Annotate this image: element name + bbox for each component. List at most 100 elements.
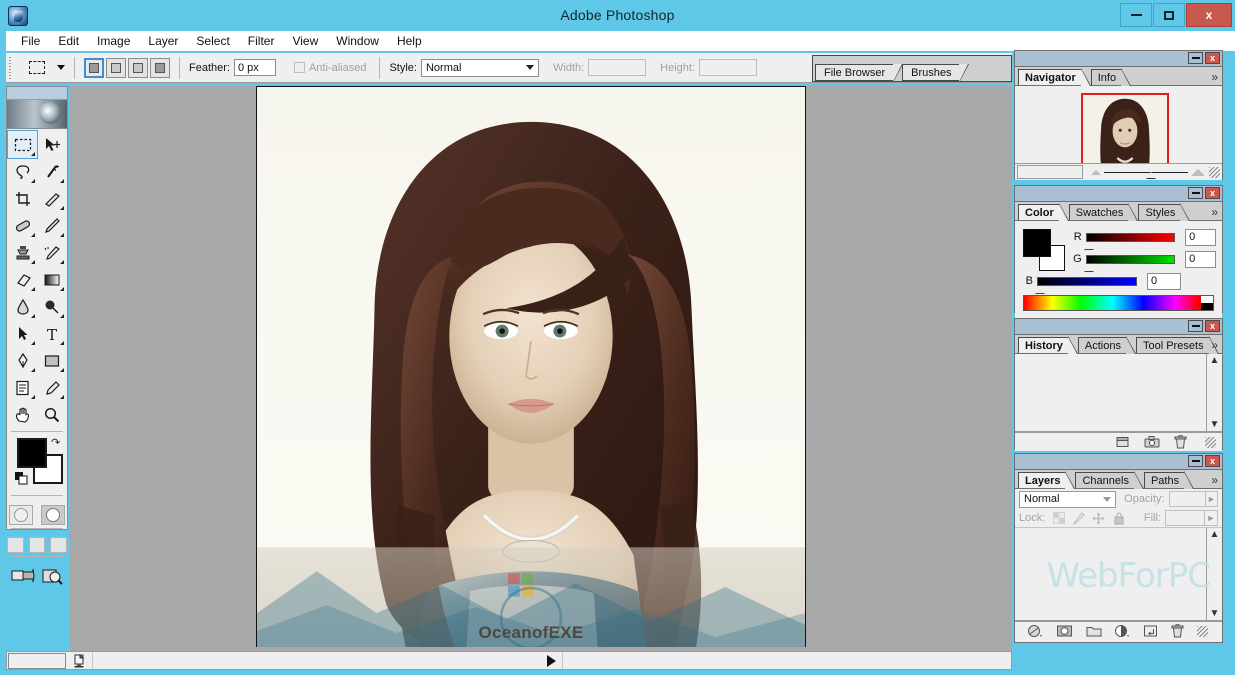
zoom-slider-thumb[interactable] (1146, 171, 1156, 178)
maximize-button[interactable] (1153, 3, 1185, 27)
style-select[interactable]: Normal (420, 58, 539, 77)
zoom-tool[interactable] (37, 401, 66, 428)
full-screen-with-menubar-button[interactable] (28, 537, 46, 553)
height-input[interactable] (699, 59, 758, 76)
status-zoom-input[interactable] (8, 652, 66, 669)
default-colors-icon[interactable] (15, 472, 28, 485)
history-panel-titlebar[interactable]: x (1015, 319, 1222, 335)
red-slider[interactable] (1083, 232, 1176, 249)
navigator-zoom-input[interactable] (1017, 165, 1083, 179)
document-icon[interactable] (66, 653, 92, 668)
standard-screen-mode-button[interactable] (7, 537, 24, 553)
foreground-color-swatch[interactable] (17, 438, 47, 468)
scroll-up-icon[interactable]: ▲ (1208, 354, 1221, 367)
new-layer-icon[interactable] (1143, 624, 1158, 638)
slider-thumb[interactable] (1035, 286, 1045, 293)
tab-actions[interactable]: Actions (1077, 336, 1137, 354)
menu-layer[interactable]: Layer (139, 32, 187, 50)
menu-arrow-icon[interactable] (547, 654, 556, 667)
tab-tool-presets[interactable]: Tool Presets (1135, 336, 1218, 354)
rectangle-shape-tool[interactable] (37, 347, 66, 374)
quick-mask-mode-button[interactable] (41, 505, 65, 525)
subtract-from-selection-button[interactable] (128, 57, 148, 78)
layers-minimize-button[interactable] (1188, 455, 1203, 467)
lock-position-icon[interactable] (1091, 511, 1106, 525)
swap-colors-icon[interactable]: ↷ (51, 436, 63, 449)
lock-image-pixels-icon[interactable] (1071, 511, 1086, 525)
color-more-icon[interactable]: » (1211, 205, 1218, 219)
eraser-tool[interactable] (8, 266, 37, 293)
feather-input[interactable]: 0 px (233, 59, 276, 76)
layers-resize-grip[interactable] (1196, 625, 1208, 637)
menu-view[interactable]: View (283, 32, 327, 50)
lock-transparent-pixels-icon[interactable] (1051, 511, 1066, 525)
color-spectrum-ramp[interactable] (1023, 295, 1214, 311)
menu-image[interactable]: Image (88, 32, 139, 50)
fill-stepper-icon[interactable]: ► (1205, 510, 1218, 526)
tab-swatches[interactable]: Swatches (1068, 203, 1139, 221)
layer-style-icon[interactable] (1027, 624, 1043, 638)
scroll-down-icon[interactable]: ▼ (1208, 607, 1221, 620)
healing-brush-tool[interactable] (8, 212, 37, 239)
history-minimize-button[interactable] (1188, 320, 1203, 332)
menu-file[interactable]: File (12, 32, 49, 50)
green-value-input[interactable]: 0 (1185, 250, 1216, 268)
brush-tool[interactable] (37, 212, 66, 239)
history-scrollbar[interactable]: ▲ ▼ (1206, 354, 1222, 431)
tab-navigator[interactable]: Navigator (1018, 68, 1091, 86)
slice-tool[interactable] (37, 185, 66, 212)
navigator-zoom-slider[interactable] (1104, 171, 1188, 178)
navigator-minimize-button[interactable] (1188, 52, 1203, 64)
blend-mode-select[interactable]: Normal (1019, 490, 1117, 508)
tab-channels[interactable]: Channels (1075, 471, 1145, 489)
history-close-button[interactable]: x (1205, 320, 1220, 332)
lasso-tool[interactable] (8, 158, 37, 185)
layers-panel-titlebar[interactable]: x (1015, 454, 1222, 470)
slider-thumb[interactable] (1083, 264, 1094, 271)
tab-history[interactable]: History (1018, 336, 1078, 354)
options-bar-gripper[interactable] (7, 54, 14, 81)
color-close-button[interactable]: x (1205, 187, 1220, 199)
adjustment-layer-icon[interactable] (1114, 624, 1130, 638)
tool-preset-chevron-down-icon[interactable] (57, 65, 65, 70)
menu-edit[interactable]: Edit (49, 32, 88, 50)
lock-all-icon[interactable] (1111, 511, 1126, 525)
rectangular-marquee-tool[interactable] (7, 130, 38, 159)
path-selection-tool[interactable] (8, 320, 37, 347)
type-tool[interactable]: T (37, 320, 66, 347)
move-tool[interactable] (37, 131, 66, 158)
menu-filter[interactable]: Filter (239, 32, 284, 50)
create-new-snapshot-icon[interactable] (1144, 435, 1160, 449)
notes-tool[interactable] (8, 374, 37, 401)
intersect-selection-button[interactable] (150, 57, 170, 78)
menu-select[interactable]: Select (187, 32, 238, 50)
red-value-input[interactable]: 0 (1185, 228, 1216, 246)
layers-scrollbar[interactable]: ▲ ▼ (1206, 528, 1222, 620)
standard-mode-button[interactable] (9, 505, 33, 525)
scroll-down-icon[interactable]: ▼ (1208, 418, 1221, 431)
hand-tool[interactable] (8, 401, 37, 428)
layers-close-button[interactable]: x (1205, 455, 1220, 467)
blur-tool[interactable] (8, 293, 37, 320)
fill-input[interactable] (1165, 510, 1205, 526)
toolbox-drag-handle[interactable] (7, 87, 67, 100)
blue-slider[interactable] (1035, 276, 1137, 293)
color-panel-titlebar[interactable]: x (1015, 186, 1222, 202)
image-canvas[interactable]: OceanofEXE (256, 86, 806, 652)
history-brush-tool[interactable] (37, 239, 66, 266)
crop-tool[interactable] (8, 185, 37, 212)
close-button[interactable]: x (1186, 3, 1232, 27)
history-more-icon[interactable]: » (1211, 338, 1218, 352)
jump-to-imageready-icon[interactable] (11, 566, 35, 586)
delete-state-icon[interactable] (1174, 435, 1187, 449)
tab-info[interactable]: Info (1090, 68, 1132, 86)
opacity-stepper-icon[interactable]: ► (1205, 491, 1218, 507)
tab-paths[interactable]: Paths (1143, 471, 1195, 489)
anti-aliased-checkbox[interactable] (293, 62, 305, 73)
zoom-in-icon[interactable] (1191, 168, 1205, 176)
gradient-tool[interactable] (37, 266, 66, 293)
delete-layer-icon[interactable] (1171, 624, 1184, 638)
full-screen-mode-button[interactable] (50, 537, 68, 553)
tab-color[interactable]: Color (1018, 203, 1069, 221)
history-state-list[interactable]: ▲ ▼ (1015, 354, 1222, 432)
